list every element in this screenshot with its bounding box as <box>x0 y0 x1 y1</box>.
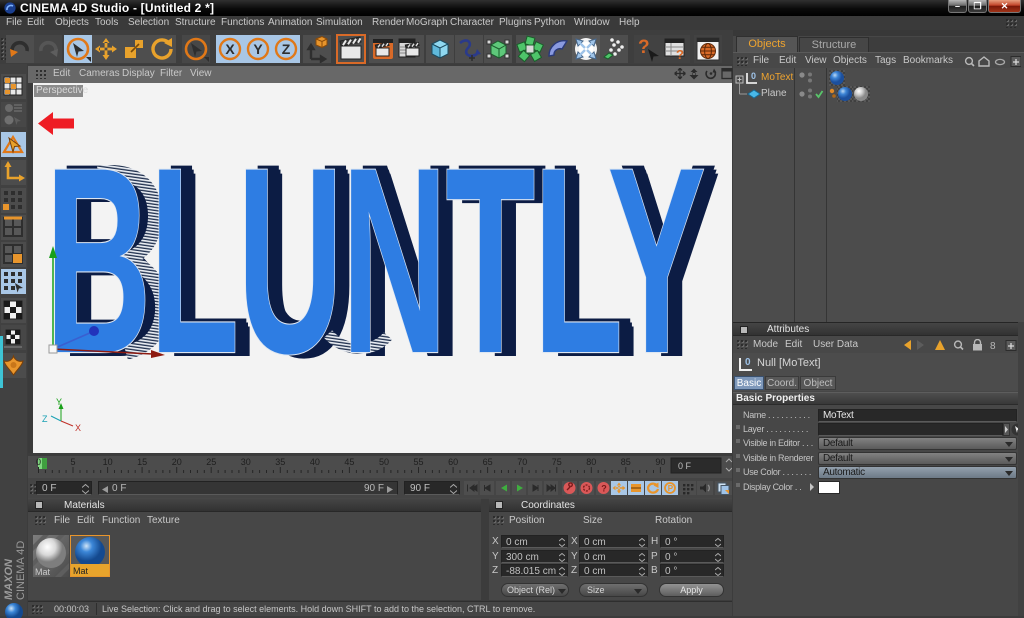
svg-text:?: ? <box>601 484 607 494</box>
svg-text:P: P <box>668 484 674 493</box>
svg-text:X: X <box>225 41 235 57</box>
svg-text:65: 65 <box>483 457 493 467</box>
svg-text:40: 40 <box>310 457 320 467</box>
svg-text:20: 20 <box>172 457 182 467</box>
svg-text:70: 70 <box>517 457 527 467</box>
svg-text:Mat: Mat <box>73 566 89 576</box>
svg-text:Mat: Mat <box>35 567 51 577</box>
svg-text:30: 30 <box>241 457 251 467</box>
svg-text:Y: Y <box>56 397 62 407</box>
svg-text:0: 0 <box>751 71 756 81</box>
svg-text:?: ? <box>638 37 650 58</box>
svg-text:50: 50 <box>379 457 389 467</box>
svg-text:BLUNTLY: BLUNTLY <box>45 113 705 409</box>
svg-text:0 F: 0 F <box>678 461 692 471</box>
svg-text:15: 15 <box>137 457 147 467</box>
svg-text:X: X <box>75 423 81 433</box>
svg-text:0: 0 <box>36 457 41 467</box>
svg-text:Z: Z <box>42 414 48 424</box>
svg-text:45: 45 <box>344 457 354 467</box>
svg-text:75: 75 <box>552 457 562 467</box>
svg-text:55: 55 <box>413 457 423 467</box>
svg-text:0: 0 <box>745 357 751 368</box>
svg-text:60: 60 <box>448 457 458 467</box>
svg-text:90: 90 <box>655 457 665 467</box>
svg-text:80: 80 <box>586 457 596 467</box>
svg-text:25: 25 <box>206 457 216 467</box>
svg-text:85: 85 <box>621 457 631 467</box>
svg-text:5: 5 <box>70 457 75 467</box>
svg-text:Y: Y <box>253 41 263 57</box>
svg-text:Z: Z <box>282 41 291 57</box>
svg-text:?: ? <box>676 47 684 62</box>
svg-text:35: 35 <box>275 457 285 467</box>
svg-text:8: 8 <box>990 341 996 352</box>
svg-text:10: 10 <box>103 457 113 467</box>
